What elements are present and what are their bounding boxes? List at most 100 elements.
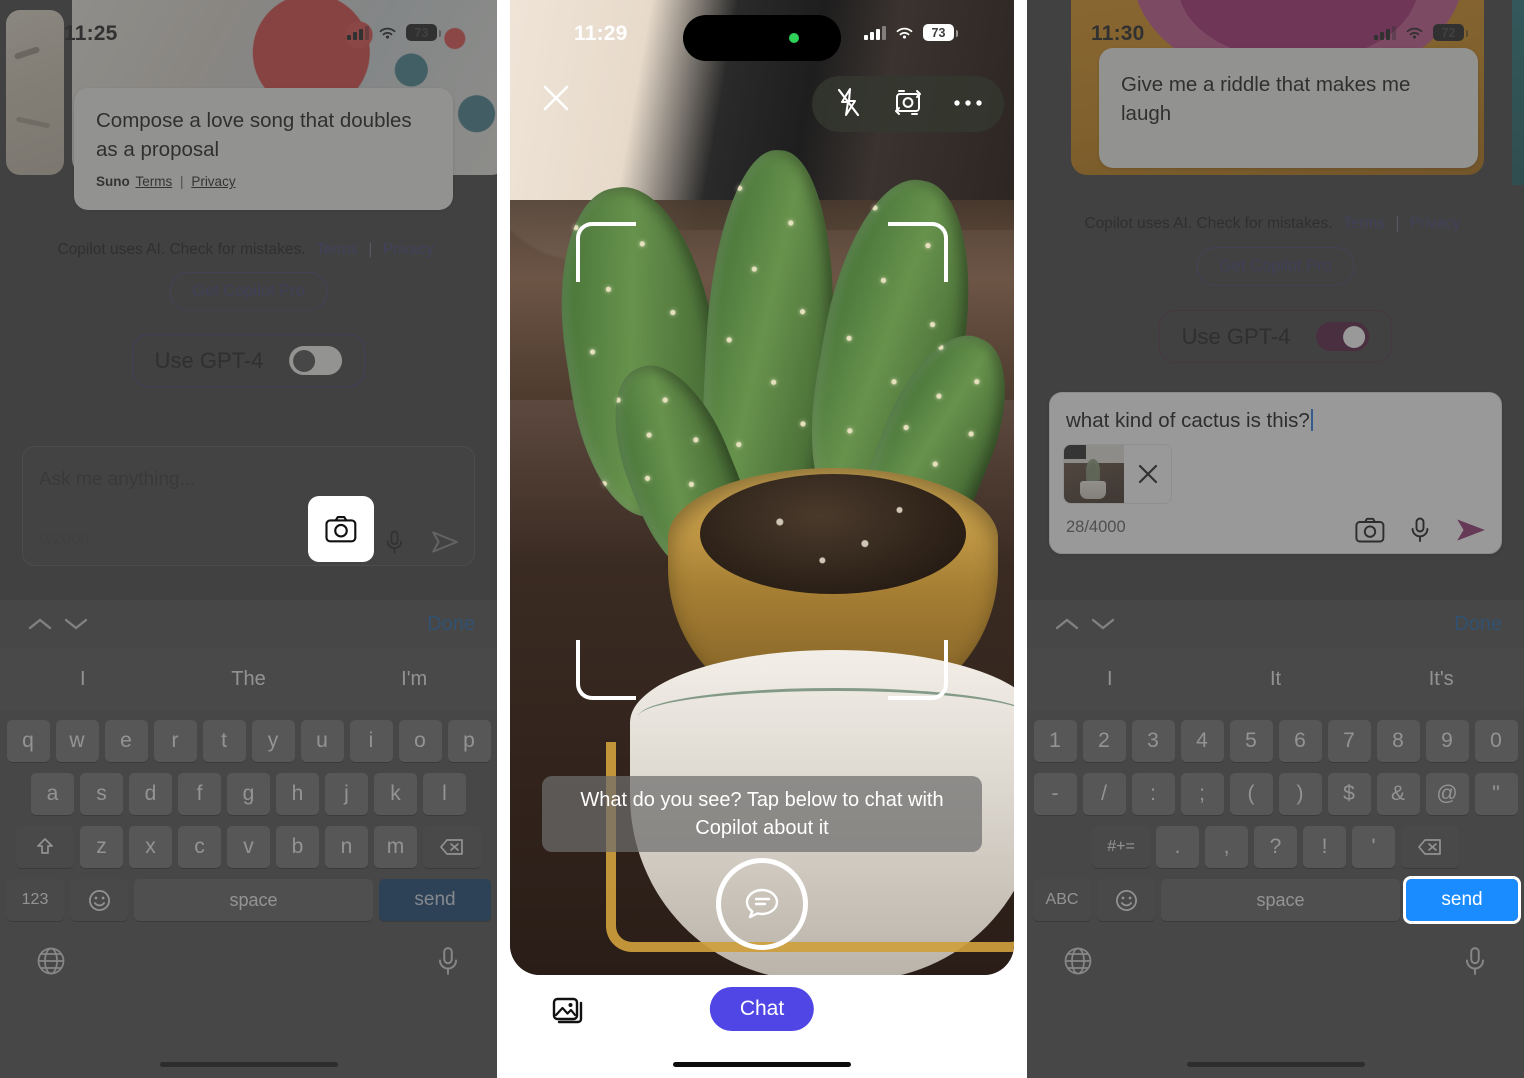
prediction-0[interactable]: I [0,668,166,691]
key-slash[interactable]: / [1082,773,1126,815]
key-7[interactable]: 7 [1327,720,1371,762]
prediction-1[interactable]: It [1193,668,1359,691]
key-k[interactable]: k [374,773,417,815]
next-field-chevron-down-icon[interactable] [1085,616,1121,632]
send-key-highlighted[interactable]: send [1403,876,1521,924]
space-key-1[interactable]: space [134,879,373,921]
key-apostrophe[interactable]: ' [1352,826,1395,868]
key-6[interactable]: 6 [1278,720,1322,762]
key-5[interactable]: 5 [1229,720,1273,762]
key-o[interactable]: o [398,720,442,762]
gpt4-switch-on[interactable] [1316,322,1370,351]
keyboard-done-button-3[interactable]: Done [1454,613,1502,636]
key-x[interactable]: x [129,826,172,868]
use-gpt4-toggle-3[interactable]: Use GPT-4 [1158,310,1393,363]
key-f[interactable]: f [178,773,221,815]
key-w[interactable]: w [55,720,99,762]
get-copilot-pro-button-1[interactable]: Get Copilot Pro [169,272,328,311]
key-quote[interactable]: " [1474,773,1518,815]
key-4[interactable]: 4 [1180,720,1224,762]
space-key-3[interactable]: space [1161,879,1400,921]
prediction-2[interactable]: It's [1358,668,1524,691]
key-c[interactable]: c [178,826,221,868]
microphone-icon[interactable] [1407,517,1433,543]
key-r[interactable]: r [153,720,197,762]
flip-camera-button[interactable] [892,87,924,122]
shift-icon[interactable] [16,826,74,868]
use-gpt4-toggle-1[interactable]: Use GPT-4 [131,334,366,387]
key-h[interactable]: h [276,773,319,815]
symbols-mode-key[interactable]: #+= [1092,826,1150,868]
prediction-0[interactable]: I [1027,668,1193,691]
prompt-card-3[interactable]: Give me a riddle that makes me laugh [1099,48,1478,168]
chat-button[interactable]: Chat [709,987,815,1031]
key-at[interactable]: @ [1425,773,1469,815]
backspace-icon[interactable] [1401,826,1459,868]
key-question[interactable]: ? [1254,826,1297,868]
key-colon[interactable]: : [1131,773,1175,815]
emoji-icon[interactable] [70,879,128,921]
key-u[interactable]: u [300,720,344,762]
key-n[interactable]: n [325,826,368,868]
prediction-2[interactable]: I'm [331,668,497,691]
key-hyphen[interactable]: - [1033,773,1077,815]
disclaimer-privacy-link-3[interactable]: Privacy [1410,215,1461,232]
key-ampersand[interactable]: & [1376,773,1420,815]
key-m[interactable]: m [374,826,417,868]
emoji-icon[interactable] [1097,879,1155,921]
dictation-microphone-icon[interactable] [435,946,461,981]
more-options-button[interactable] [953,95,983,113]
gpt4-switch-off[interactable] [289,346,343,375]
key-dollar[interactable]: $ [1327,773,1371,815]
camera-viewfinder[interactable]: 11:29 73 What do you see? Tap below to c… [510,0,1014,975]
key-s[interactable]: s [80,773,123,815]
prev-field-chevron-up-icon[interactable] [22,616,58,632]
key-g[interactable]: g [227,773,270,815]
key-1[interactable]: 1 [1033,720,1077,762]
prompt-card-terms-link[interactable]: Terms [136,174,173,189]
numeric-mode-key[interactable]: 123 [6,879,64,921]
image-attachment-chip[interactable] [1064,445,1171,503]
key-p[interactable]: p [447,720,491,762]
key-y[interactable]: y [251,720,295,762]
key-comma[interactable]: , [1205,826,1248,868]
key-2[interactable]: 2 [1082,720,1126,762]
send-arrow-icon[interactable] [430,529,460,555]
disclaimer-privacy-link[interactable]: Privacy [383,241,434,258]
key-i[interactable]: i [349,720,393,762]
globe-icon[interactable] [1063,946,1093,981]
key-paren-close[interactable]: ) [1278,773,1322,815]
key-a[interactable]: a [31,773,74,815]
microphone-icon[interactable] [381,530,408,554]
key-paren-open[interactable]: ( [1229,773,1273,815]
keyboard-done-button-1[interactable]: Done [427,613,475,636]
remove-attachment-button[interactable] [1124,462,1171,486]
disclaimer-terms-link[interactable]: Terms [316,241,358,258]
message-composer-3[interactable]: what kind of cactus is this? 28/4000 [1049,392,1502,554]
send-arrow-icon[interactable] [1455,517,1487,543]
key-j[interactable]: j [325,773,368,815]
prompt-card-privacy-link[interactable]: Privacy [191,174,235,189]
key-8[interactable]: 8 [1376,720,1420,762]
key-v[interactable]: v [227,826,270,868]
key-0[interactable]: 0 [1474,720,1518,762]
prev-field-chevron-up-icon[interactable] [1049,616,1085,632]
key-semicolon[interactable]: ; [1180,773,1224,815]
backspace-icon[interactable] [423,826,481,868]
dictation-microphone-icon[interactable] [1462,946,1488,981]
camera-shutter-chat-button[interactable] [716,858,808,950]
key-9[interactable]: 9 [1425,720,1469,762]
key-z[interactable]: z [80,826,123,868]
alpha-mode-key[interactable]: ABC [1033,879,1091,921]
key-d[interactable]: d [129,773,172,815]
prompt-card-1[interactable]: Compose a love song that doubles as a pr… [74,88,453,210]
globe-icon[interactable] [36,946,66,981]
camera-attach-button-highlighted[interactable] [308,496,374,562]
send-key-1[interactable]: send [379,879,491,921]
key-e[interactable]: e [104,720,148,762]
disclaimer-terms-link-3[interactable]: Terms [1343,215,1385,232]
photo-library-button[interactable] [552,995,586,1032]
key-b[interactable]: b [276,826,319,868]
key-q[interactable]: q [6,720,50,762]
close-camera-button[interactable] [540,82,572,119]
